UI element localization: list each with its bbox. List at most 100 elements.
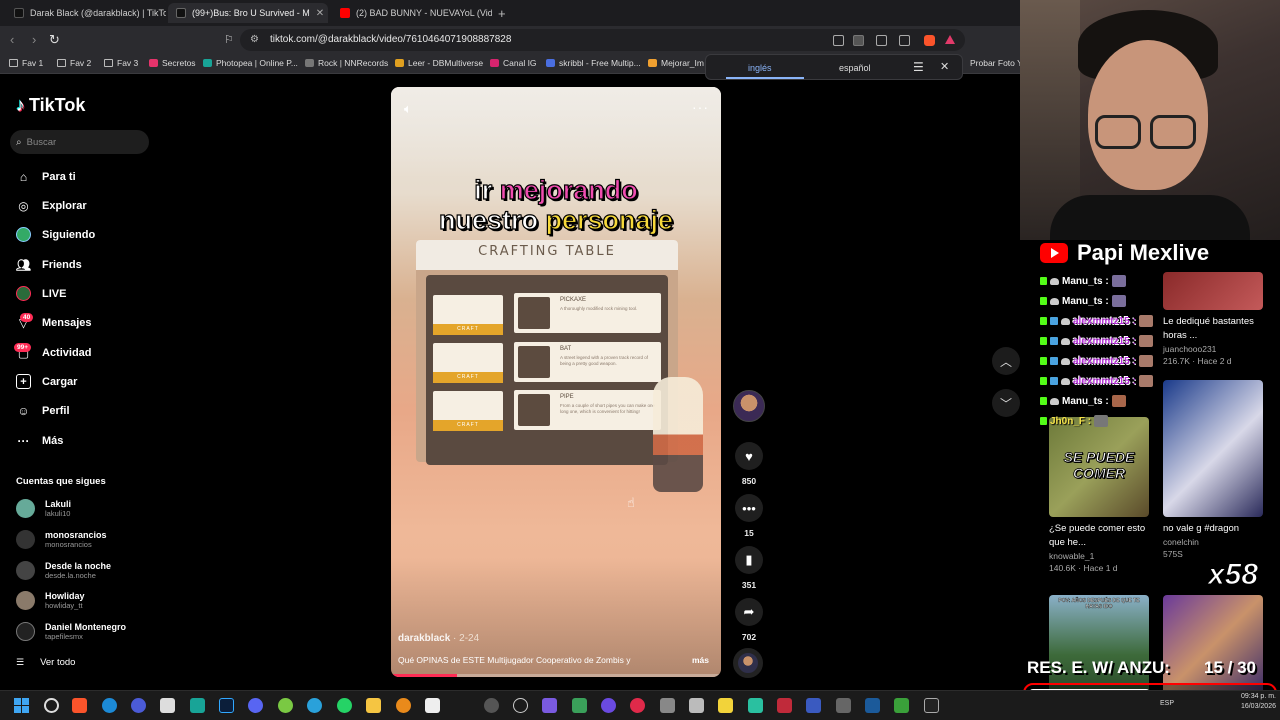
app-icon[interactable] — [542, 698, 557, 713]
translate-icon[interactable] — [853, 35, 864, 46]
url-text[interactable]: tiktok.com/@darakblack/video/76104640719… — [270, 34, 511, 45]
author-name[interactable]: darakblack — [398, 633, 450, 644]
windows-start-icon[interactable] — [14, 698, 29, 713]
nav-perfil[interactable]: ☺ Perfil — [16, 403, 69, 418]
save-button[interactable]: ▮ 351 — [735, 546, 763, 590]
followed-account[interactable]: Lakuli lakuli10 — [16, 499, 71, 518]
app-icon[interactable] — [278, 698, 293, 713]
edge-icon[interactable] — [102, 698, 117, 713]
translate-menu-icon[interactable]: ☰ — [913, 60, 924, 74]
video-player[interactable]: 🔈︎ ··· CRAFTING TABLE CRAFT CRAFT CRAFT … — [391, 87, 721, 677]
forward-icon[interactable]: › — [32, 32, 36, 47]
app-icon[interactable] — [836, 698, 851, 713]
nav-cargar[interactable]: + Cargar — [16, 374, 77, 389]
see-more-link[interactable]: más — [692, 655, 709, 665]
search-icon[interactable] — [44, 698, 59, 713]
brave-shield-icon[interactable] — [924, 35, 935, 46]
share-button[interactable]: ➦ 702 — [735, 598, 763, 642]
site-info-icon[interactable]: ⚙ — [250, 34, 259, 45]
volume-icon[interactable]: 🔈︎ — [404, 101, 412, 117]
like-button[interactable]: ♥ 850 — [735, 442, 763, 486]
reload-icon[interactable]: ↻ — [49, 32, 60, 48]
app-icon[interactable] — [396, 698, 411, 713]
system-clock[interactable]: 09:34 p. m. 16/03/2026 — [1216, 692, 1276, 712]
app-icon[interactable] — [425, 698, 440, 713]
followed-account[interactable]: Desde la noche desde.la.noche — [16, 561, 111, 580]
nav-para-ti[interactable]: ⌂ Para ti — [16, 169, 76, 184]
close-tab-icon[interactable]: ✕ — [316, 8, 324, 19]
new-tab-button[interactable]: + — [498, 6, 506, 21]
search-input[interactable]: ⌕ Buscar — [10, 130, 149, 154]
bookmark-link[interactable]: Mejorar_Im — [648, 58, 704, 68]
tiktok-logo[interactable]: ♪ TikTok — [16, 95, 85, 116]
nav-mas[interactable]: ··· Más — [16, 433, 64, 448]
next-video-button[interactable]: ﹀ — [992, 389, 1020, 417]
browser-tab[interactable]: Darak Black (@darakblack) | TikTok — [6, 3, 166, 23]
video-card[interactable]: Le dediqué bastantes horas ... juanchooo… — [1163, 272, 1263, 366]
bookmark-link[interactable]: Rock | NNRecords — [305, 58, 388, 68]
video-progress-bar[interactable] — [391, 674, 721, 677]
telegram-icon[interactable] — [307, 698, 322, 713]
minecraft-icon[interactable] — [894, 698, 909, 713]
brave-rewards-icon[interactable] — [945, 35, 955, 44]
app-icon[interactable] — [777, 698, 792, 713]
bookmark-link[interactable]: skribbl - Free Multip... — [546, 58, 641, 68]
cast-icon[interactable] — [876, 35, 887, 46]
app-icon[interactable] — [513, 698, 528, 713]
app-icon[interactable] — [601, 698, 616, 713]
music-disc[interactable] — [733, 648, 763, 678]
app-icon[interactable] — [748, 698, 763, 713]
followed-account[interactable]: Daniel Montenegro tapefilesmx — [16, 622, 126, 641]
share-icon[interactable] — [899, 35, 910, 46]
input-language[interactable]: ESP — [1160, 700, 1174, 707]
browser-tab[interactable]: (2) BAD BUNNY - NUEVAYoL (Video C ✕ — [332, 3, 492, 23]
bookmark-page-icon[interactable]: ⚐ — [224, 33, 234, 46]
bookmark-folder[interactable]: Fav 1 — [9, 58, 43, 68]
app-icon[interactable] — [689, 698, 704, 713]
brave-browser-icon[interactable] — [72, 698, 87, 713]
file-explorer-icon[interactable] — [366, 698, 381, 713]
bookmark-link[interactable]: Leer - DBMultiverse — [395, 58, 483, 68]
video-card[interactable]: SE PUEDE COMER ¿Se puede comer esto que … — [1049, 417, 1149, 573]
back-icon[interactable]: ‹ — [10, 32, 14, 47]
followed-account[interactable]: monosrancios monosrancios — [16, 530, 107, 549]
see-all-link[interactable]: ☰ Ver todo — [16, 657, 75, 668]
whatsapp-icon[interactable] — [337, 698, 352, 713]
sticky-notes-icon[interactable] — [718, 698, 733, 713]
app-icon[interactable] — [190, 698, 205, 713]
translate-source-tab[interactable]: inglés — [748, 63, 772, 73]
bookmark-link[interactable]: Photopea | Online P... — [203, 58, 298, 68]
previous-video-button[interactable]: ︿ — [992, 347, 1020, 375]
bookmark-link[interactable]: Canal IG — [490, 58, 537, 68]
nav-live[interactable]: LIVE — [16, 286, 66, 301]
app-icon[interactable] — [572, 698, 587, 713]
reader-icon[interactable] — [833, 35, 844, 46]
bookmark-folder[interactable]: Fav 2 — [57, 58, 91, 68]
app-icon[interactable] — [660, 698, 675, 713]
bookmark-link[interactable]: Secretos — [149, 58, 196, 68]
browser-tab-active[interactable]: (99+)Bus: Bro U Survived - M ✕ — [168, 3, 328, 23]
nav-explorar[interactable]: ◎ Explorar — [16, 198, 86, 213]
video-author[interactable]: darakblack · 2-24 — [398, 633, 479, 644]
creator-avatar[interactable] — [733, 390, 765, 422]
steam-icon[interactable] — [865, 698, 880, 713]
nav-siguiendo[interactable]: Siguiendo — [16, 227, 95, 242]
bookmark-link[interactable]: Probar Foto Y — [970, 58, 1023, 68]
translate-close-icon[interactable]: ✕ — [940, 60, 949, 73]
bookmark-folder[interactable]: Fav 3 — [104, 58, 138, 68]
chat-message: alexmmtz15 : — [1040, 315, 1153, 327]
photoshop-icon[interactable] — [219, 698, 234, 713]
nav-friends[interactable]: 👥︎ Friends — [16, 257, 82, 272]
discord-icon[interactable] — [248, 698, 263, 713]
app-icon[interactable] — [630, 698, 645, 713]
vivaldi-icon[interactable] — [131, 698, 146, 713]
more-options-icon[interactable]: ··· — [692, 99, 709, 115]
app-icon[interactable] — [806, 698, 821, 713]
followed-account[interactable]: Howliday howliday_tt — [16, 591, 85, 610]
app-icon[interactable] — [160, 698, 175, 713]
epic-games-icon[interactable] — [924, 698, 939, 713]
translate-target-tab[interactable]: español — [839, 63, 871, 73]
comment-button[interactable]: ••• 15 — [735, 494, 763, 538]
video-card[interactable]: no vale g #dragon conelchin 575S — [1163, 380, 1263, 559]
app-icon[interactable] — [484, 698, 499, 713]
